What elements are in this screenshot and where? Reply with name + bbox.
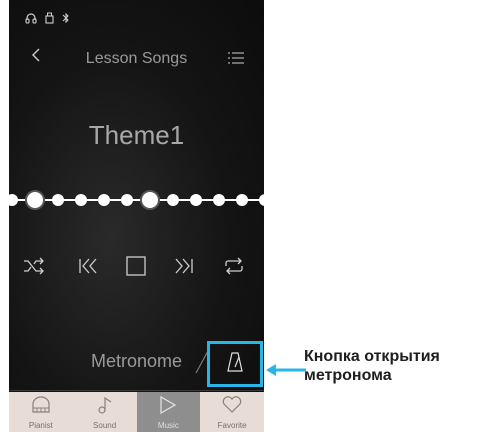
stop-icon[interactable] <box>121 248 151 284</box>
music-note-icon <box>95 396 115 419</box>
tab-music[interactable]: Music <box>136 392 201 432</box>
status-bar <box>25 12 70 24</box>
repeat-icon[interactable] <box>219 248 249 284</box>
progress-dot[interactable] <box>75 194 87 206</box>
forward-icon[interactable] <box>169 248 199 284</box>
progress-dot[interactable] <box>121 194 133 206</box>
play-icon <box>158 395 178 419</box>
playback-controls <box>9 248 264 284</box>
tab-sound[interactable]: Sound <box>72 392 137 432</box>
progress-dot[interactable] <box>259 194 264 206</box>
tab-pianist[interactable]: Pianist <box>9 392 73 432</box>
progress-dot[interactable] <box>167 194 179 206</box>
progress-dot[interactable] <box>25 190 45 210</box>
song-progress-track[interactable] <box>9 180 264 220</box>
progress-dot[interactable] <box>140 190 160 210</box>
bluetooth-icon <box>62 12 70 24</box>
page-title: Lesson Songs <box>85 50 188 67</box>
tab-bar: Pianist Sound Music Favorite <box>9 392 264 432</box>
progress-dot[interactable] <box>9 194 18 206</box>
tab-label: Pianist <box>28 421 53 430</box>
progress-dot[interactable] <box>236 194 248 206</box>
progress-dot[interactable] <box>190 194 202 206</box>
metronome-icon <box>227 351 243 377</box>
headphones-icon <box>25 12 37 24</box>
piano-icon <box>30 396 52 419</box>
annotation-line: Кнопка открытия <box>304 348 440 365</box>
list-menu-icon[interactable] <box>228 51 244 70</box>
pointer-arrow <box>266 364 306 376</box>
heart-icon <box>221 396 243 419</box>
annotation-callout: Кнопка открытия метронома <box>304 347 440 385</box>
rewind-icon[interactable] <box>73 248 103 284</box>
header: Lesson Songs <box>9 44 264 72</box>
progress-dot[interactable] <box>98 194 110 206</box>
progress-dot[interactable] <box>52 194 64 206</box>
divider <box>9 390 264 391</box>
tab-label: Sound <box>93 421 117 430</box>
tab-label: Favorite <box>217 421 247 430</box>
app-screen: Lesson Songs Theme1 Metronome Pianist So… <box>9 0 264 432</box>
song-title: Theme1 <box>88 120 185 150</box>
metronome-button[interactable] <box>207 341 263 387</box>
usb-icon <box>45 12 54 24</box>
annotation-line: метронома <box>304 367 392 384</box>
shuffle-icon[interactable] <box>19 248 49 284</box>
tab-favorite[interactable]: Favorite <box>200 392 264 432</box>
metronome-label: Metronome <box>91 351 183 371</box>
progress-dot[interactable] <box>213 194 225 206</box>
tab-label: Music <box>157 421 179 430</box>
